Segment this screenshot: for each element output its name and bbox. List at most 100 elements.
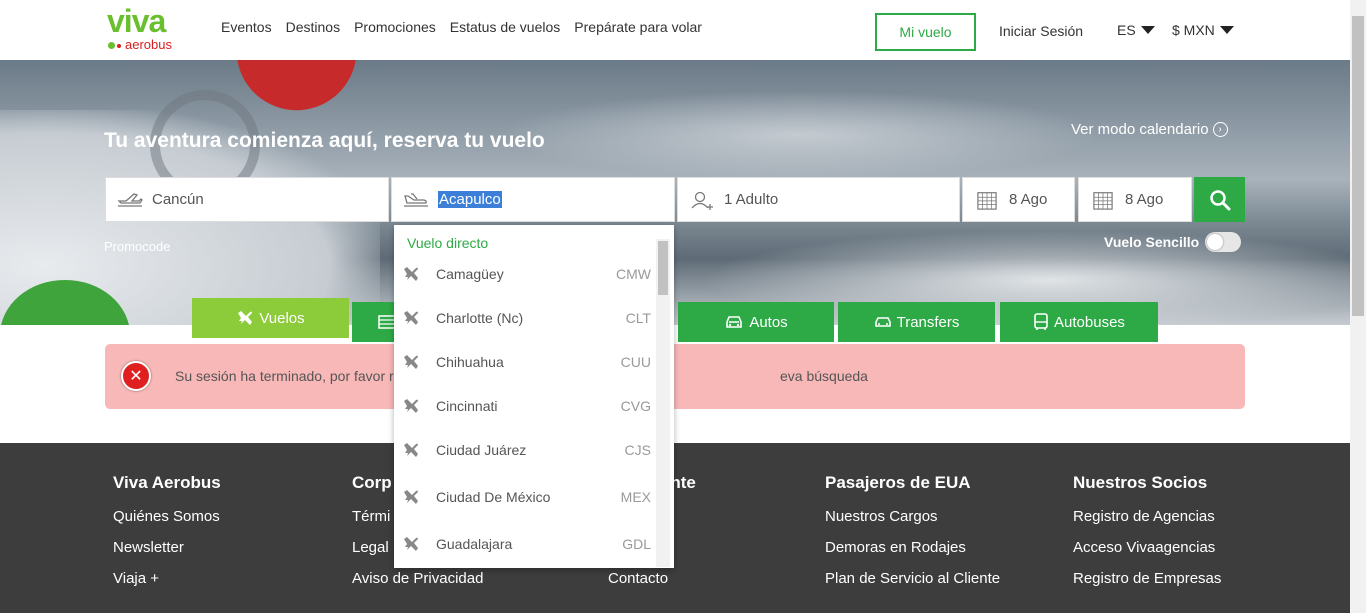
site-header: viva aerobus Eventos Destinos Promocione…: [0, 0, 1350, 60]
footer-col-title: Pasajeros de EUA: [825, 473, 971, 492]
search-icon: [1209, 189, 1230, 210]
footer-link[interactable]: Aviso de Privacidad: [352, 570, 483, 587]
chevron-right-circle-icon: ›: [1212, 122, 1228, 137]
one-way-toggle[interactable]: [1205, 232, 1242, 252]
option-city: Chihuahua: [436, 354, 504, 370]
option-code: CUU: [620, 354, 651, 370]
language-selector[interactable]: ES: [1117, 22, 1155, 38]
tab-autobuses[interactable]: Autobuses: [1000, 302, 1158, 342]
option-code: CVG: [620, 398, 651, 414]
dropdown-section-title: Vuelo directo: [407, 235, 489, 251]
destination-value: Acapulco: [438, 191, 502, 208]
plane-icon: [404, 490, 418, 504]
footer-link[interactable]: Nuestros Cargos: [825, 508, 1000, 525]
footer-link[interactable]: Contacto: [608, 570, 696, 587]
footer-link[interactable]: Demoras en Rodajes: [825, 539, 1000, 556]
plane-icon: [404, 537, 418, 551]
toggle-knob: [1207, 234, 1224, 250]
tab-vuelos-label: Vuelos: [259, 309, 305, 327]
tab-vuelos[interactable]: Vuelos: [192, 298, 349, 338]
destination-dropdown: Vuelo directo Camagüey CMW Charlotte (Nc…: [394, 225, 674, 568]
logo-main-text: viva: [107, 3, 166, 39]
footer-link[interactable]: Viaja +: [113, 570, 221, 587]
mi-vuelo-button[interactable]: Mi vuelo: [875, 13, 976, 51]
option-city: Camagüey: [436, 266, 504, 282]
tab-transfers-label: Transfers: [896, 313, 960, 331]
taxi-icon: [874, 317, 891, 327]
tab-autobuses-label: Autobuses: [1054, 313, 1125, 331]
option-city: Ciudad Juárez: [436, 442, 527, 458]
option-code: CMW: [616, 266, 651, 282]
car-icon: [726, 316, 743, 328]
session-expired-alert: ✕ Su sesión ha terminado, por favor r ev…: [105, 344, 1245, 409]
destination-option[interactable]: Charlotte (Nc) CLT: [394, 297, 656, 341]
plane-icon: [404, 443, 418, 457]
language-label: ES: [1117, 22, 1136, 38]
caret-down-icon: [1140, 26, 1155, 34]
scrollbar-thumb[interactable]: [1352, 16, 1364, 316]
destination-option[interactable]: Ciudad Juárez CJS: [394, 429, 656, 473]
footer-col-partners: Nuestros Socios Registro de Agencias Acc…: [1073, 473, 1221, 601]
error-x-icon: ✕: [121, 361, 151, 391]
option-city: Guadalajara: [436, 536, 513, 552]
main-nav: Eventos Destinos Promociones Estatus de …: [221, 19, 702, 35]
currency-selector[interactable]: $ MXN: [1172, 22, 1234, 38]
page-scrollbar[interactable]: [1350, 0, 1366, 613]
depart-date-field[interactable]: 8 Ago: [962, 177, 1075, 222]
destination-field[interactable]: Acapulco: [391, 177, 675, 222]
destination-option[interactable]: Cincinnati CVG: [394, 385, 656, 429]
login-link[interactable]: Iniciar Sesión: [999, 23, 1083, 39]
nav-preparate[interactable]: Prepárate para volar: [574, 19, 702, 35]
search-button[interactable]: [1194, 177, 1245, 222]
tab-transfers[interactable]: Transfers: [838, 302, 995, 342]
footer-col-viva: Viva Aerobus Quiénes Somos Newsletter Vi…: [113, 473, 221, 601]
nav-estatus-vuelos[interactable]: Estatus de vuelos: [450, 19, 561, 35]
footer-col-title: Nuestros Socios: [1073, 473, 1208, 492]
viva-aerobus-logo[interactable]: viva aerobus: [107, 5, 197, 53]
promocode-link[interactable]: Promocode: [104, 239, 170, 254]
option-code: CJS: [624, 442, 651, 458]
passenger-add-icon: [691, 191, 713, 210]
footer-link[interactable]: Registro de Empresas: [1073, 570, 1221, 587]
one-way-toggle-row: Vuelo Sencillo: [1104, 232, 1242, 252]
footer-link[interactable]: Acceso Vivaagencias: [1073, 539, 1221, 556]
destination-option[interactable]: Chihuahua CUU: [394, 341, 656, 385]
option-city: Cincinnati: [436, 398, 498, 414]
plane-icon: [404, 355, 418, 369]
footer-link[interactable]: Newsletter: [113, 539, 221, 556]
option-code: CLT: [625, 310, 651, 326]
nav-promociones[interactable]: Promociones: [354, 19, 436, 35]
dropdown-scrollbar[interactable]: [656, 239, 670, 567]
plane-icon: [404, 267, 418, 281]
plane-landing-icon: [404, 192, 428, 207]
footer-link[interactable]: Quiénes Somos: [113, 508, 221, 525]
alert-message-end: eva búsqueda: [780, 368, 868, 384]
scrollbar-thumb[interactable]: [658, 241, 668, 295]
bus-icon: [1034, 313, 1048, 330]
plane-icon: [404, 311, 418, 325]
destination-option[interactable]: Guadalajara GDL: [394, 523, 656, 567]
origin-field[interactable]: Cancún: [105, 177, 389, 222]
tab-autos[interactable]: Autos: [678, 302, 834, 342]
calendar-mode-label: Ver modo calendario: [1071, 121, 1209, 138]
plane-icon: [404, 399, 418, 413]
option-city: Ciudad De México: [436, 489, 551, 505]
footer-link[interactable]: Registro de Agencias: [1073, 508, 1221, 525]
passengers-field[interactable]: 1 Adulto: [677, 177, 960, 222]
destination-option[interactable]: Camagüey CMW: [394, 253, 656, 297]
nav-destinos[interactable]: Destinos: [286, 19, 340, 35]
footer-link[interactable]: Plan de Servicio al Cliente: [825, 570, 1000, 587]
one-way-label: Vuelo Sencillo: [1104, 234, 1200, 250]
nav-eventos[interactable]: Eventos: [221, 19, 272, 35]
tab-autos-label: Autos: [749, 313, 788, 331]
option-city: Charlotte (Nc): [436, 310, 524, 326]
calendar-icon: [977, 191, 997, 210]
hero-cloud: [500, 90, 1100, 180]
currency-label: $ MXN: [1172, 22, 1215, 38]
calendar-mode-link[interactable]: Ver modo calendario ›: [1071, 121, 1228, 138]
depart-date-value: 8 Ago: [1009, 191, 1048, 208]
logo-sub-text: aerobus: [125, 37, 172, 52]
destination-option[interactable]: Ciudad De México MEX: [394, 476, 656, 520]
return-date-field[interactable]: 8 Ago: [1078, 177, 1192, 222]
footer-col-title: Viva Aerobus: [113, 473, 221, 492]
